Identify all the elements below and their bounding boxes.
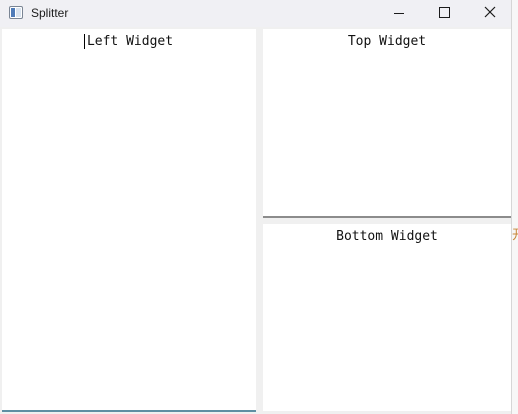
title-bar[interactable]: Splitter xyxy=(0,0,511,27)
background-partial-glyph: 开 xyxy=(512,228,518,244)
window-title: Splitter xyxy=(31,6,69,20)
top-widget-label: Top Widget xyxy=(347,34,427,49)
left-widget-label: Left Widget xyxy=(86,34,174,49)
window-app-icon[interactable] xyxy=(9,6,23,19)
minimize-icon xyxy=(394,13,404,14)
background-window-edge xyxy=(512,0,518,414)
close-icon xyxy=(484,6,496,18)
top-widget-pane[interactable]: Top Widget xyxy=(263,29,511,216)
text-cursor xyxy=(84,34,85,49)
maximize-icon xyxy=(439,7,450,18)
bottom-widget-pane[interactable]: Bottom Widget xyxy=(263,224,511,411)
maximize-button[interactable] xyxy=(421,0,467,27)
close-button[interactable] xyxy=(466,0,512,27)
splitter-window: Splitter Left Widget Top Widget Bottom W… xyxy=(0,0,512,414)
bottom-widget-label: Bottom Widget xyxy=(336,229,438,244)
left-pane-bottom-accent xyxy=(2,410,256,412)
left-widget-pane[interactable]: Left Widget xyxy=(2,29,256,411)
minimize-button[interactable] xyxy=(376,0,422,27)
horizontal-splitter-handle[interactable] xyxy=(263,216,511,218)
